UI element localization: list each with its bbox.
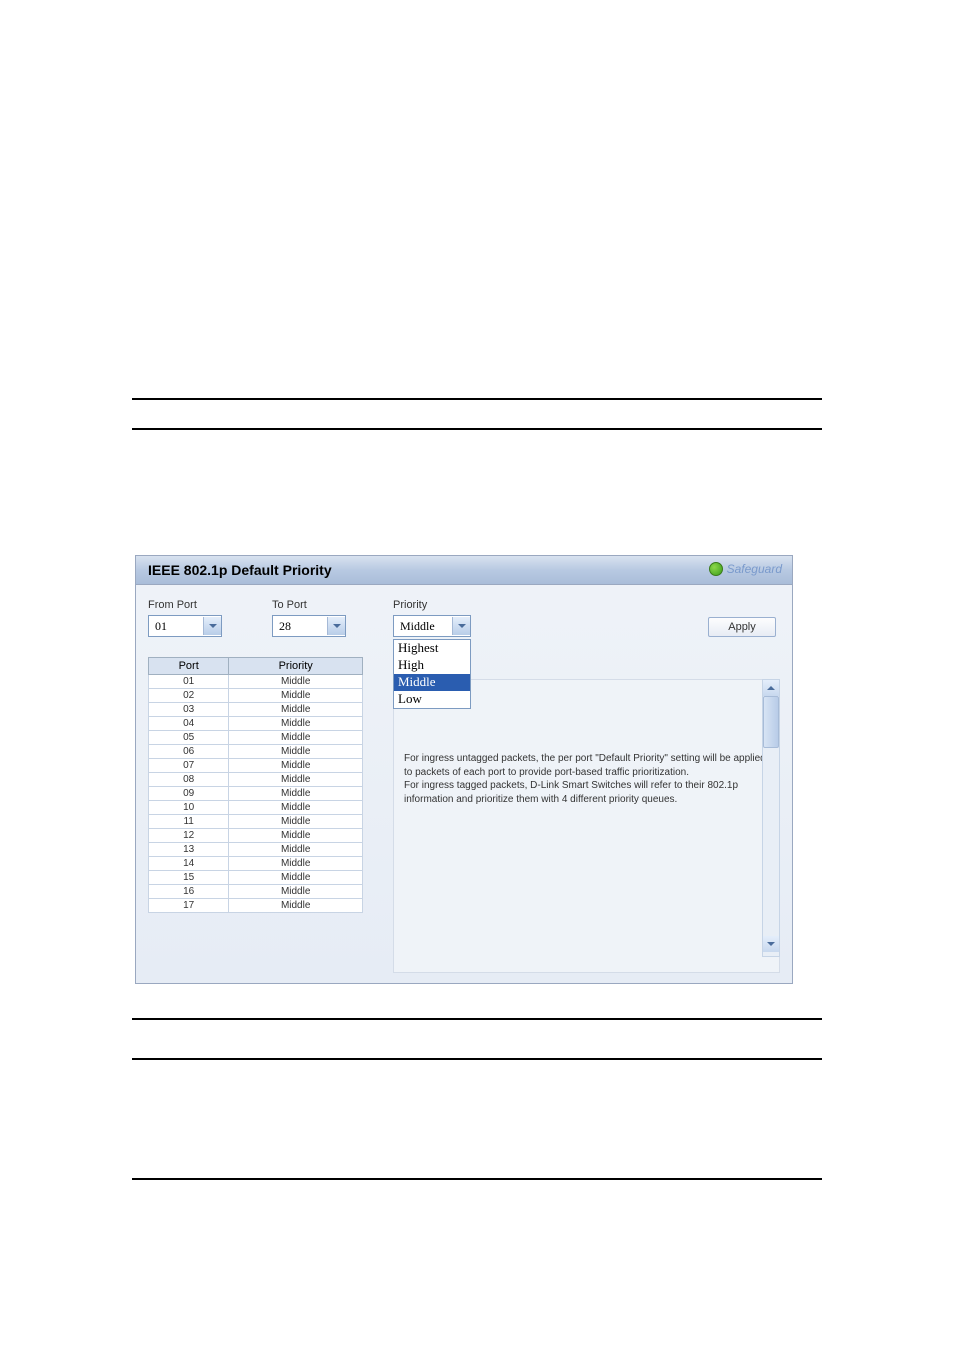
priority-cell: Middle bbox=[229, 675, 363, 689]
priority-cell: Middle bbox=[229, 717, 363, 731]
safeguard-icon bbox=[709, 562, 723, 576]
to-port-label: To Port bbox=[272, 599, 346, 611]
table-row: 17Middle bbox=[149, 899, 363, 913]
port-cell: 06 bbox=[149, 745, 229, 759]
table-row: 08Middle bbox=[149, 773, 363, 787]
priority-cell: Middle bbox=[229, 703, 363, 717]
chevron-down-icon bbox=[452, 617, 470, 635]
priority-cell: Middle bbox=[229, 787, 363, 801]
port-cell: 14 bbox=[149, 857, 229, 871]
priority-cell: Middle bbox=[229, 801, 363, 815]
table-row: 15Middle bbox=[149, 871, 363, 885]
divider bbox=[132, 428, 822, 430]
help-line-2: For ingress tagged packets, D-Link Smart… bbox=[404, 779, 769, 806]
to-port-select[interactable]: 28 bbox=[272, 615, 346, 637]
help-line-1: For ingress untagged packets, the per po… bbox=[404, 752, 769, 779]
port-cell: 13 bbox=[149, 843, 229, 857]
safeguard-badge: Safeguard bbox=[709, 562, 782, 576]
priority-cell: Middle bbox=[229, 773, 363, 787]
help-text-panel: For ingress untagged packets, the per po… bbox=[393, 679, 780, 973]
safeguard-label: Safeguard bbox=[727, 562, 782, 576]
priority-cell: Middle bbox=[229, 843, 363, 857]
scroll-thumb[interactable] bbox=[763, 696, 779, 748]
priority-select[interactable]: Middle bbox=[393, 615, 471, 637]
table-row: 06Middle bbox=[149, 745, 363, 759]
port-cell: 07 bbox=[149, 759, 229, 773]
table-row: 12Middle bbox=[149, 829, 363, 843]
priority-cell: Middle bbox=[229, 871, 363, 885]
port-cell: 16 bbox=[149, 885, 229, 899]
scrollbar[interactable] bbox=[762, 679, 780, 957]
priority-cell: Middle bbox=[229, 745, 363, 759]
table-row: 09Middle bbox=[149, 787, 363, 801]
scroll-up-button[interactable] bbox=[763, 680, 779, 696]
port-cell: 15 bbox=[149, 871, 229, 885]
port-cell: 01 bbox=[149, 675, 229, 689]
table-row: 04Middle bbox=[149, 717, 363, 731]
port-cell: 08 bbox=[149, 773, 229, 787]
table-header-port: Port bbox=[149, 658, 229, 675]
priority-cell: Middle bbox=[229, 857, 363, 871]
divider bbox=[132, 1178, 822, 1180]
dropdown-option-high[interactable]: High bbox=[394, 657, 470, 674]
config-panel: IEEE 802.1p Default Priority Safeguard F… bbox=[135, 555, 793, 984]
chevron-down-icon bbox=[203, 617, 221, 635]
port-cell: 09 bbox=[149, 787, 229, 801]
priority-cell: Middle bbox=[229, 759, 363, 773]
apply-button[interactable]: Apply bbox=[708, 617, 776, 637]
priority-label: Priority bbox=[393, 599, 780, 611]
chevron-down-icon bbox=[327, 617, 345, 635]
table-row: 14Middle bbox=[149, 857, 363, 871]
table-row: 01Middle bbox=[149, 675, 363, 689]
table-row: 07Middle bbox=[149, 759, 363, 773]
table-row: 13Middle bbox=[149, 843, 363, 857]
table-row: 03Middle bbox=[149, 703, 363, 717]
port-cell: 03 bbox=[149, 703, 229, 717]
port-cell: 04 bbox=[149, 717, 229, 731]
priority-cell: Middle bbox=[229, 815, 363, 829]
from-port-value: 01 bbox=[149, 619, 203, 634]
page-title: IEEE 802.1p Default Priority bbox=[148, 562, 332, 578]
port-cell: 11 bbox=[149, 815, 229, 829]
title-bar: IEEE 802.1p Default Priority Safeguard bbox=[136, 556, 792, 585]
table-row: 05Middle bbox=[149, 731, 363, 745]
priority-cell: Middle bbox=[229, 829, 363, 843]
from-port-label: From Port bbox=[148, 599, 222, 611]
scroll-down-button[interactable] bbox=[763, 936, 779, 952]
table-row: 10Middle bbox=[149, 801, 363, 815]
port-cell: 02 bbox=[149, 689, 229, 703]
priority-dropdown-list: Highest High Middle Low bbox=[393, 639, 471, 709]
from-port-select[interactable]: 01 bbox=[148, 615, 222, 637]
scroll-track[interactable] bbox=[763, 696, 779, 936]
priority-cell: Middle bbox=[229, 731, 363, 745]
priority-value: Middle bbox=[394, 619, 452, 634]
priority-cell: Middle bbox=[229, 885, 363, 899]
priority-cell: Middle bbox=[229, 689, 363, 703]
table-header-priority: Priority bbox=[229, 658, 363, 675]
divider bbox=[132, 398, 822, 400]
divider bbox=[132, 1058, 822, 1060]
port-priority-table: Port Priority 01Middle02Middle03Middle04… bbox=[148, 657, 363, 913]
divider bbox=[132, 1018, 822, 1020]
table-row: 11Middle bbox=[149, 815, 363, 829]
priority-cell: Middle bbox=[229, 899, 363, 913]
dropdown-option-highest[interactable]: Highest bbox=[394, 640, 470, 657]
table-row: 16Middle bbox=[149, 885, 363, 899]
port-cell: 17 bbox=[149, 899, 229, 913]
port-cell: 05 bbox=[149, 731, 229, 745]
dropdown-option-low[interactable]: Low bbox=[394, 691, 470, 708]
port-cell: 10 bbox=[149, 801, 229, 815]
to-port-value: 28 bbox=[273, 619, 327, 634]
table-row: 02Middle bbox=[149, 689, 363, 703]
dropdown-option-middle[interactable]: Middle bbox=[394, 674, 470, 691]
port-cell: 12 bbox=[149, 829, 229, 843]
